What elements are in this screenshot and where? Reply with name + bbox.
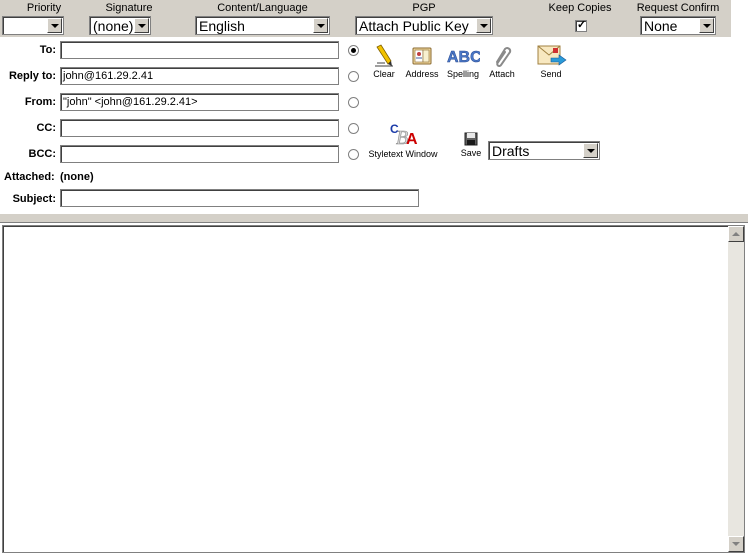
- options-bar-gap: [731, 0, 748, 37]
- keep-copies-checkbox[interactable]: ✓: [575, 19, 587, 32]
- to-field[interactable]: [60, 41, 339, 59]
- pane-splitter[interactable]: [0, 213, 748, 223]
- scroll-up-icon[interactable]: [728, 226, 744, 242]
- chevron-down-icon[interactable]: [583, 143, 598, 158]
- save-folder-select[interactable]: Drafts: [488, 141, 600, 160]
- subject-field[interactable]: [60, 189, 419, 207]
- cc-label: CC:: [36, 122, 56, 134]
- reply-to-radio[interactable]: [348, 71, 359, 82]
- bcc-radio[interactable]: [348, 149, 359, 160]
- attached-value: (none): [60, 171, 94, 183]
- signature-select[interactable]: (none): [89, 16, 151, 35]
- spelling-button[interactable]: ABC Spelling: [443, 44, 483, 79]
- address-button[interactable]: Address: [404, 44, 440, 79]
- from-label: From:: [24, 96, 56, 108]
- content-language-select[interactable]: English: [195, 16, 330, 35]
- to-label: To:: [39, 44, 56, 56]
- checkmark-icon: ✓: [577, 19, 587, 31]
- cc-field[interactable]: [60, 119, 339, 137]
- priority-select[interactable]: [2, 16, 64, 35]
- pencil-icon: [375, 44, 393, 67]
- message-body-textarea[interactable]: [2, 225, 745, 553]
- chevron-down-icon[interactable]: [699, 18, 714, 33]
- chevron-down-icon[interactable]: [476, 18, 491, 33]
- attached-label: Attached:: [4, 171, 55, 183]
- spelling-icon: ABC: [447, 49, 480, 67]
- reply-to-label: Reply to:: [8, 70, 56, 82]
- scroll-down-icon[interactable]: [728, 536, 744, 552]
- styletext-icon: C B A: [390, 122, 418, 148]
- request-confirm-select[interactable]: None: [640, 16, 716, 35]
- priority-label: Priority: [26, 2, 62, 14]
- from-field[interactable]: "john" <john@161.29.2.41>: [60, 93, 339, 111]
- clear-button[interactable]: Clear: [368, 44, 400, 79]
- content-language-label: Content/Language: [217, 2, 308, 14]
- svg-text:A: A: [406, 131, 418, 148]
- cc-radio[interactable]: [348, 123, 359, 134]
- chevron-down-icon[interactable]: [134, 18, 149, 33]
- pgp-label: PGP: [412, 2, 436, 14]
- subject-label: Subject:: [12, 193, 56, 205]
- from-radio[interactable]: [348, 97, 359, 108]
- paperclip-icon: [496, 47, 512, 67]
- vertical-scrollbar[interactable]: [728, 226, 744, 552]
- keep-copies-label: Keep Copies: [548, 2, 612, 14]
- floppy-disk-icon: [464, 132, 478, 146]
- address-book-icon: [412, 47, 432, 65]
- bcc-field[interactable]: [60, 145, 339, 163]
- signature-label: Signature: [105, 2, 153, 14]
- reply-to-field[interactable]: john@161.29.2.41: [60, 67, 339, 85]
- svg-text:ABC: ABC: [447, 49, 480, 66]
- chevron-down-icon[interactable]: [313, 18, 328, 33]
- to-radio[interactable]: [348, 45, 359, 56]
- pgp-select[interactable]: Attach Public Key: [355, 16, 493, 35]
- styletext-window-button[interactable]: C B A Styletext Window: [364, 120, 442, 159]
- send-envelope-icon: [537, 45, 567, 66]
- send-button[interactable]: Send: [533, 44, 569, 79]
- bcc-label: BCC:: [28, 148, 57, 160]
- save-button[interactable]: Save: [458, 131, 484, 158]
- request-confirm-label: Request Confirm: [636, 2, 720, 14]
- chevron-down-icon[interactable]: [47, 18, 62, 33]
- attach-button[interactable]: Attach: [486, 44, 518, 79]
